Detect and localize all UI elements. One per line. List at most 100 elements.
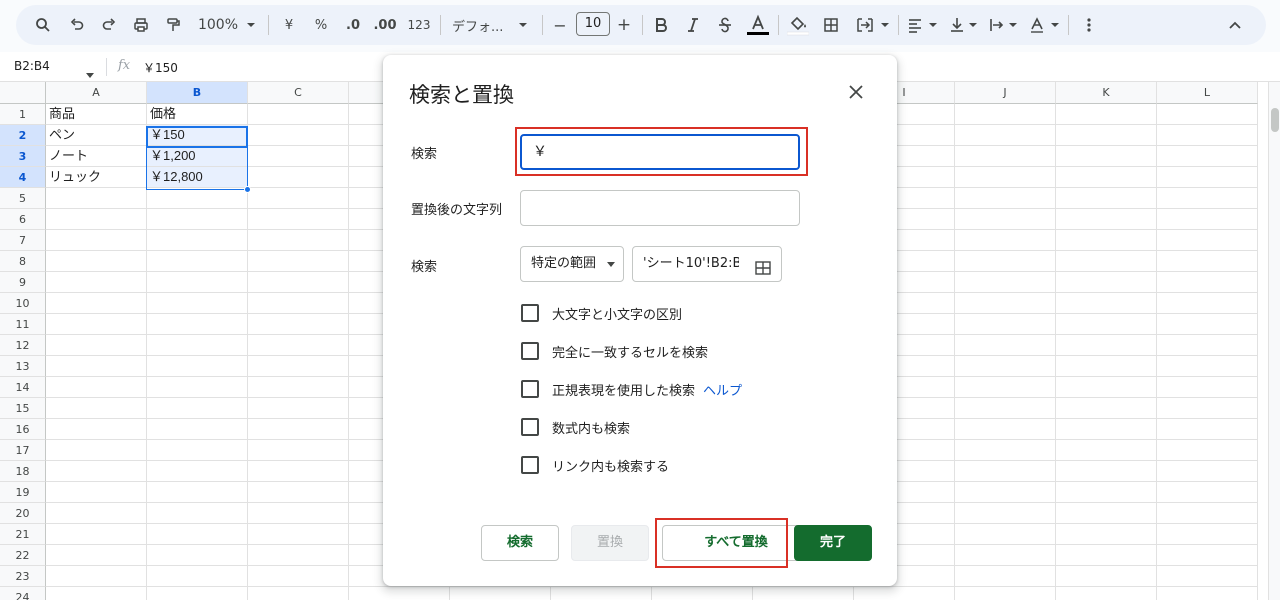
text-wrap-icon[interactable]	[986, 13, 1008, 37]
column-header-c[interactable]: C	[248, 82, 349, 104]
cell-b9[interactable]	[147, 272, 248, 293]
align-left-icon[interactable]	[904, 13, 926, 37]
cell-a11[interactable]	[46, 314, 147, 335]
cell-a22[interactable]	[46, 545, 147, 566]
cell-c16[interactable]	[248, 419, 349, 440]
cell-l8[interactable]	[1157, 251, 1258, 272]
cell-k20[interactable]	[1056, 503, 1157, 524]
cell-k16[interactable]	[1056, 419, 1157, 440]
cell-a14[interactable]	[46, 377, 147, 398]
option-search-links[interactable]: リンク内も検索する	[521, 455, 669, 475]
cell-b21[interactable]	[147, 524, 248, 545]
row-header-8[interactable]: 8	[0, 251, 46, 272]
cell-l17[interactable]	[1157, 440, 1258, 461]
zoom-select[interactable]: 100%	[196, 13, 240, 37]
fill-handle[interactable]	[244, 186, 251, 193]
replace-all-button[interactable]: すべて置換	[662, 525, 810, 561]
currency-format-button[interactable]: ¥	[278, 13, 300, 37]
column-header-a[interactable]: A	[46, 82, 147, 104]
cell-l18[interactable]	[1157, 461, 1258, 482]
done-button[interactable]: 完了	[794, 525, 872, 561]
cell-k11[interactable]	[1056, 314, 1157, 335]
cell-a5[interactable]	[46, 188, 147, 209]
cell-l1[interactable]	[1157, 104, 1258, 125]
scrollbar-thumb[interactable]	[1271, 108, 1279, 132]
cell-k9[interactable]	[1056, 272, 1157, 293]
paint-format-icon[interactable]	[162, 13, 184, 37]
cell-b1[interactable]: 価格	[147, 104, 248, 125]
cell-c5[interactable]	[248, 188, 349, 209]
cell-a24[interactable]	[46, 587, 147, 600]
row-header-13[interactable]: 13	[0, 356, 46, 377]
cell-c2[interactable]	[248, 125, 349, 146]
cell-j5[interactable]	[955, 188, 1056, 209]
row-header-2[interactable]: 2	[0, 125, 46, 146]
find-button[interactable]: 検索	[481, 525, 559, 561]
cell-l20[interactable]	[1157, 503, 1258, 524]
cell-j10[interactable]	[955, 293, 1056, 314]
text-color-icon[interactable]	[746, 13, 770, 37]
cell-b11[interactable]	[147, 314, 248, 335]
cell-j21[interactable]	[955, 524, 1056, 545]
cell-j9[interactable]	[955, 272, 1056, 293]
search-menu-icon[interactable]	[32, 13, 54, 37]
cell-j18[interactable]	[955, 461, 1056, 482]
row-header-7[interactable]: 7	[0, 230, 46, 251]
chevron-down-icon[interactable]	[86, 64, 94, 83]
cell-b16[interactable]	[147, 419, 248, 440]
row-header-17[interactable]: 17	[0, 440, 46, 461]
cell-b7[interactable]	[147, 230, 248, 251]
cell-c4[interactable]	[248, 167, 349, 188]
cell-c18[interactable]	[248, 461, 349, 482]
chevron-down-icon[interactable]	[1006, 13, 1020, 37]
cell-l12[interactable]	[1157, 335, 1258, 356]
cell-l23[interactable]	[1157, 566, 1258, 587]
cell-b10[interactable]	[147, 293, 248, 314]
cell-k3[interactable]	[1056, 146, 1157, 167]
cell-a20[interactable]	[46, 503, 147, 524]
cell-k22[interactable]	[1056, 545, 1157, 566]
cell-l14[interactable]	[1157, 377, 1258, 398]
chevron-down-icon[interactable]	[516, 13, 530, 37]
cell-b4[interactable]: ￥12,800	[147, 167, 248, 188]
cell-j14[interactable]	[955, 377, 1056, 398]
vertical-scrollbar[interactable]	[1268, 82, 1280, 600]
checkbox[interactable]	[521, 380, 539, 398]
cell-a15[interactable]	[46, 398, 147, 419]
cell-c3[interactable]	[248, 146, 349, 167]
cell-c12[interactable]	[248, 335, 349, 356]
cell-a12[interactable]	[46, 335, 147, 356]
cell-a8[interactable]	[46, 251, 147, 272]
row-header-21[interactable]: 21	[0, 524, 46, 545]
cell-k6[interactable]	[1056, 209, 1157, 230]
chevron-down-icon[interactable]	[244, 13, 258, 37]
print-icon[interactable]	[130, 13, 152, 37]
merge-cells-icon[interactable]	[854, 13, 876, 37]
redo-icon[interactable]	[98, 13, 120, 37]
column-header-b[interactable]: B	[147, 82, 248, 104]
cell-l6[interactable]	[1157, 209, 1258, 230]
increase-decimal-button[interactable]: .00	[372, 13, 398, 37]
more-options-icon[interactable]	[1078, 13, 1100, 37]
checkbox[interactable]	[521, 418, 539, 436]
cell-l5[interactable]	[1157, 188, 1258, 209]
cell-j24[interactable]	[955, 587, 1056, 600]
chevron-down-icon[interactable]	[966, 13, 980, 37]
row-header-3[interactable]: 3	[0, 146, 46, 167]
cell-c11[interactable]	[248, 314, 349, 335]
cell-c19[interactable]	[248, 482, 349, 503]
cell-j1[interactable]	[955, 104, 1056, 125]
scope-dropdown[interactable]: 特定の範囲	[520, 246, 624, 282]
cell-i24[interactable]	[854, 587, 955, 600]
row-header-18[interactable]: 18	[0, 461, 46, 482]
cell-a16[interactable]	[46, 419, 147, 440]
cell-a18[interactable]	[46, 461, 147, 482]
cell-j19[interactable]	[955, 482, 1056, 503]
row-header-19[interactable]: 19	[0, 482, 46, 503]
font-size-increase-button[interactable]: +	[614, 13, 634, 37]
row-header-22[interactable]: 22	[0, 545, 46, 566]
percent-format-button[interactable]: %	[310, 13, 332, 37]
column-header-k[interactable]: K	[1056, 82, 1157, 104]
cell-c7[interactable]	[248, 230, 349, 251]
cell-l3[interactable]	[1157, 146, 1258, 167]
